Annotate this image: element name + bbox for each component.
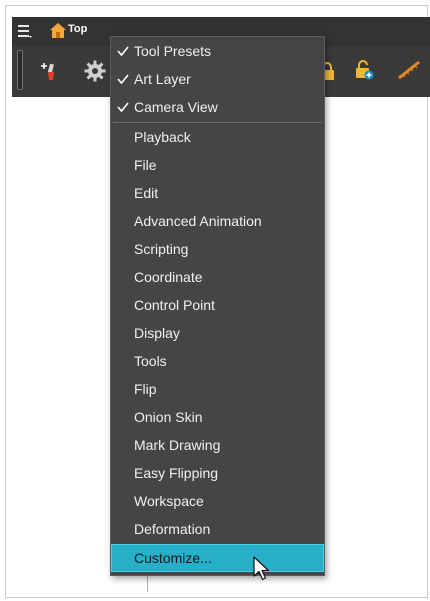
menu-item-label: Control Point [134,297,215,313]
menu-item-label: Edit [134,185,159,201]
menu-item-label: Customize... [134,550,212,566]
menu-item-label: Coordinate [134,269,203,285]
toolbar-drag-handle[interactable] [17,50,23,90]
menu-item-label: File [134,157,157,173]
menu-item-label: Flip [134,381,157,397]
menu-item-mark-drawing[interactable]: Mark Drawing [112,432,323,458]
menu-item-label: Scripting [134,241,189,257]
menu-item-label: Art Layer [134,71,191,87]
ruler-icon[interactable] [397,60,421,80]
menu-item-playback[interactable]: Playback [112,124,323,150]
menu-item-label: Onion Skin [134,409,203,425]
menu-item-display[interactable]: Display [112,320,323,346]
menu-item-label: Tool Presets [134,43,212,59]
menu-item-coordinate[interactable]: Coordinate [112,264,323,290]
gear-icon[interactable] [84,60,106,82]
menu-item-art-layer[interactable]: Art Layer [112,66,323,92]
checkmark-icon [117,74,129,85]
menu-item-file[interactable]: File [112,152,323,178]
menu-item-workspace[interactable]: Workspace [112,488,323,514]
menu-item-label: Workspace [134,493,204,509]
menu-item-label: Easy Flipping [134,465,219,481]
hamburger-menu-icon[interactable] [18,24,32,38]
menu-item-label: Camera View [134,99,218,115]
menu-item-customize[interactable]: Customize... [111,544,324,572]
menu-item-label: Advanced Animation [134,213,262,229]
menu-item-label: Mark Drawing [134,437,221,453]
checkmark-icon [117,46,129,57]
lock-add-icon[interactable] [356,60,374,80]
menu-item-label: Playback [134,129,191,145]
menu-item-label: Deformation [134,521,211,537]
toolbar-context-menu: Tool Presets Art Layer Camera View Playb… [110,36,325,576]
menu-item-control-point[interactable]: Control Point [112,292,323,318]
checkmark-icon [117,102,129,113]
menu-item-tool-presets[interactable]: Tool Presets [112,38,323,64]
menu-separator [113,122,322,123]
mouse-pointer-icon [253,556,270,581]
menu-item-onion-skin[interactable]: Onion Skin [112,404,323,430]
menu-item-scripting[interactable]: Scripting [112,236,323,262]
add-brush-tool-icon[interactable] [38,60,60,82]
menu-item-deformation[interactable]: Deformation [112,516,323,542]
menu-item-easy-flipping[interactable]: Easy Flipping [112,460,323,486]
menu-item-camera-view[interactable]: Camera View [112,94,323,120]
menu-item-flip[interactable]: Flip [112,376,323,402]
home-icon[interactable] [50,23,66,38]
menu-item-advanced-animation[interactable]: Advanced Animation [112,208,323,234]
menu-item-edit[interactable]: Edit [112,180,323,206]
menu-item-label: Tools [134,353,167,369]
breadcrumb[interactable]: Top [68,23,87,35]
menu-item-label: Display [134,325,180,341]
menu-item-tools[interactable]: Tools [112,348,323,374]
